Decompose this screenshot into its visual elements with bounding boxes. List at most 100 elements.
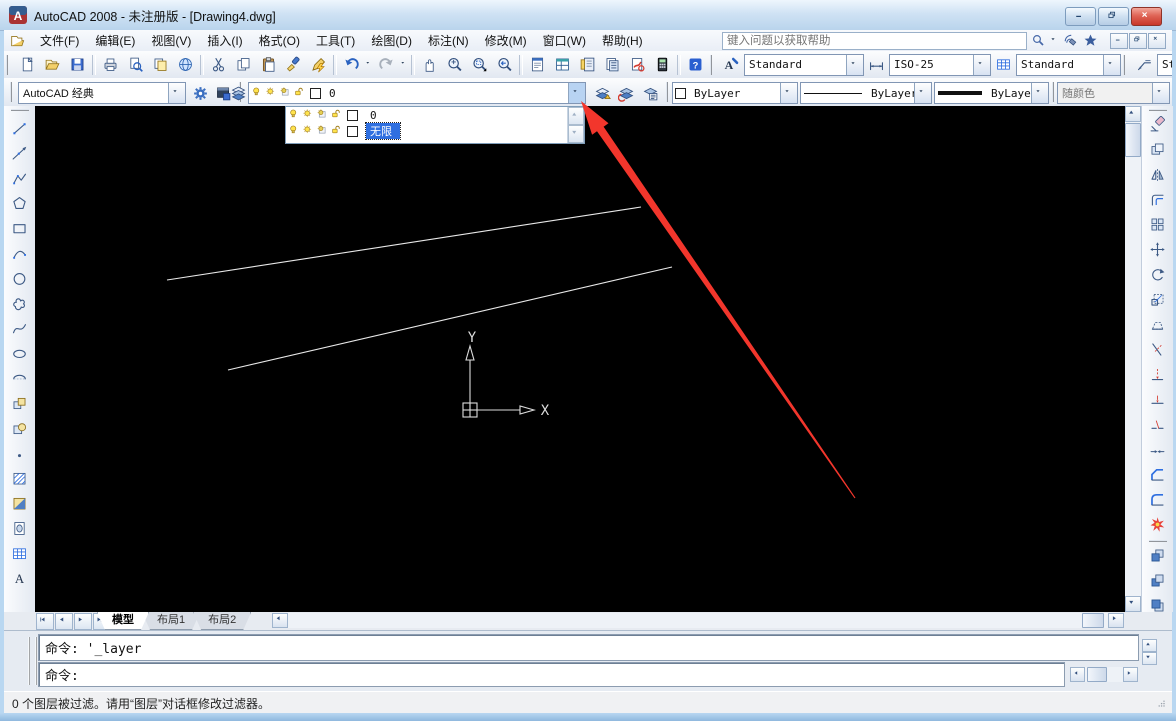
unlock-icon[interactable] [331, 109, 344, 122]
rectangle-button[interactable] [7, 216, 33, 241]
workspace-combo[interactable]: AutoCAD 经典 [18, 82, 186, 104]
send-to-back-button[interactable] [1145, 568, 1171, 593]
chevron-down-icon[interactable] [168, 83, 185, 103]
array-button[interactable] [1145, 212, 1171, 237]
polyline-button[interactable] [7, 166, 33, 191]
toolbar-grip[interactable] [1123, 55, 1129, 75]
scroll-left-button[interactable] [1070, 667, 1085, 682]
markup-set-manager-button[interactable] [625, 53, 650, 77]
scroll-up-button[interactable] [568, 107, 584, 125]
construction-line-button[interactable] [7, 141, 33, 166]
fillet-button[interactable] [1145, 487, 1171, 512]
polygon-button[interactable] [7, 191, 33, 216]
toolbar-grip[interactable] [1149, 109, 1167, 111]
menu-窗口W[interactable]: 窗口(W) [535, 30, 594, 51]
window-close-button[interactable] [1131, 7, 1162, 26]
search-caret-icon[interactable] [1050, 33, 1059, 49]
command-history[interactable]: 命令: '_layer [38, 634, 1139, 661]
command-scrollbar[interactable] [1142, 639, 1157, 665]
sun-icon[interactable] [303, 109, 316, 122]
save-button[interactable] [65, 53, 90, 77]
mirror-button[interactable] [1145, 162, 1171, 187]
copy-to-clipboard-button[interactable] [231, 53, 256, 77]
tab-first-button[interactable] [36, 613, 54, 630]
block-editor-button[interactable] [306, 53, 331, 77]
dropdown-scrollbar[interactable] [567, 107, 584, 143]
bulb-on-icon[interactable] [289, 109, 302, 122]
tool-palettes-button[interactable] [575, 53, 600, 77]
scroll-down-button[interactable] [1125, 596, 1141, 612]
window-restore-button[interactable] [1098, 7, 1129, 26]
horizontal-scroll-thumb[interactable] [1082, 613, 1104, 628]
point-button[interactable] [7, 441, 33, 466]
menu-标注N[interactable]: 标注(N) [420, 30, 477, 51]
menu-文件F[interactable]: 文件(F) [32, 30, 87, 51]
dimension-style-button[interactable] [864, 53, 889, 77]
multileader-style-combo[interactable]: Standard [1157, 54, 1172, 76]
menu-格式O[interactable]: 格式(O) [251, 30, 308, 51]
dimension-style-combo[interactable]: ISO-25 [889, 54, 991, 76]
menu-编辑E[interactable]: 编辑(E) [87, 30, 143, 51]
table-button[interactable] [7, 541, 33, 566]
trim-button[interactable] [1145, 337, 1171, 362]
redo-flyout-caret-icon[interactable] [399, 54, 409, 76]
favorites-star-icon[interactable] [1082, 33, 1099, 49]
color-combo[interactable]: ByLayer [672, 82, 798, 104]
layer-combo-dropdown-button[interactable] [568, 83, 585, 103]
toolbar-grip[interactable] [710, 55, 716, 75]
canvas-horizontal-scrollbar[interactable] [272, 613, 1124, 628]
explode-button[interactable] [1145, 512, 1171, 537]
window-minimize-button[interactable] [1065, 7, 1096, 26]
vp-sun-icon[interactable] [317, 125, 330, 138]
unlock-icon[interactable] [294, 87, 307, 100]
scroll-right-button[interactable] [1108, 613, 1124, 628]
layer-color-swatch[interactable] [347, 126, 358, 137]
doc-minimize-button[interactable] [1110, 33, 1128, 49]
gradient-button[interactable] [7, 491, 33, 516]
layer-combo[interactable]: 0 [248, 82, 586, 104]
viewport-freeze-icon[interactable] [280, 87, 293, 100]
tab-next-button[interactable] [74, 613, 92, 630]
communication-center-icon[interactable] [1062, 33, 1079, 49]
rotate-button[interactable] [1145, 262, 1171, 287]
chevron-down-icon[interactable] [846, 55, 863, 75]
make-object-layer-current-button[interactable] [590, 81, 615, 105]
sun-icon[interactable] [266, 87, 279, 100]
help-button[interactable]: ? [683, 53, 708, 77]
menu-视图V[interactable]: 视图(V) [143, 30, 199, 51]
erase-button[interactable] [1145, 112, 1171, 137]
chevron-down-icon[interactable] [973, 55, 990, 75]
chevron-down-icon[interactable] [1103, 55, 1120, 75]
scroll-down-button[interactable] [568, 125, 584, 143]
new-file-button[interactable] [15, 53, 40, 77]
toolbar-grip[interactable] [11, 109, 29, 115]
table-style-combo[interactable]: Standard [1016, 54, 1121, 76]
ellipse-arc-button[interactable] [7, 366, 33, 391]
sheet-set-manager-button[interactable] [600, 53, 625, 77]
designcenter-button[interactable] [550, 53, 575, 77]
redo-button[interactable] [374, 53, 399, 77]
table-style-button[interactable] [991, 53, 1016, 77]
menu-插入I[interactable]: 插入(I) [199, 30, 250, 51]
multileader-style-button[interactable] [1132, 53, 1157, 77]
help-search-input[interactable] [722, 32, 1027, 50]
command-scroll-thumb[interactable] [1087, 667, 1107, 682]
bring-to-front-button[interactable] [1145, 543, 1171, 568]
layer-color-swatch[interactable] [310, 88, 321, 99]
offset-button[interactable] [1145, 187, 1171, 212]
spline-button[interactable] [7, 316, 33, 341]
lineweight-combo[interactable]: ByLayer [934, 82, 1049, 104]
quickcalc-button[interactable] [650, 53, 675, 77]
zoom-window-button[interactable] [467, 53, 492, 77]
menu-修改M[interactable]: 修改(M) [477, 30, 535, 51]
plot-button[interactable] [98, 53, 123, 77]
layer-states-manager-button[interactable] [638, 81, 663, 105]
layer-option-0[interactable]: 0 [286, 107, 567, 123]
open-file-button[interactable] [40, 53, 65, 77]
layer-option-label[interactable]: 0 [366, 109, 385, 122]
chevron-down-icon[interactable] [780, 83, 797, 103]
undo-flyout-caret-icon[interactable] [364, 54, 374, 76]
vp-sun-icon[interactable] [317, 109, 330, 122]
text-style-combo[interactable]: Standard [744, 54, 864, 76]
publish-button[interactable] [148, 53, 173, 77]
